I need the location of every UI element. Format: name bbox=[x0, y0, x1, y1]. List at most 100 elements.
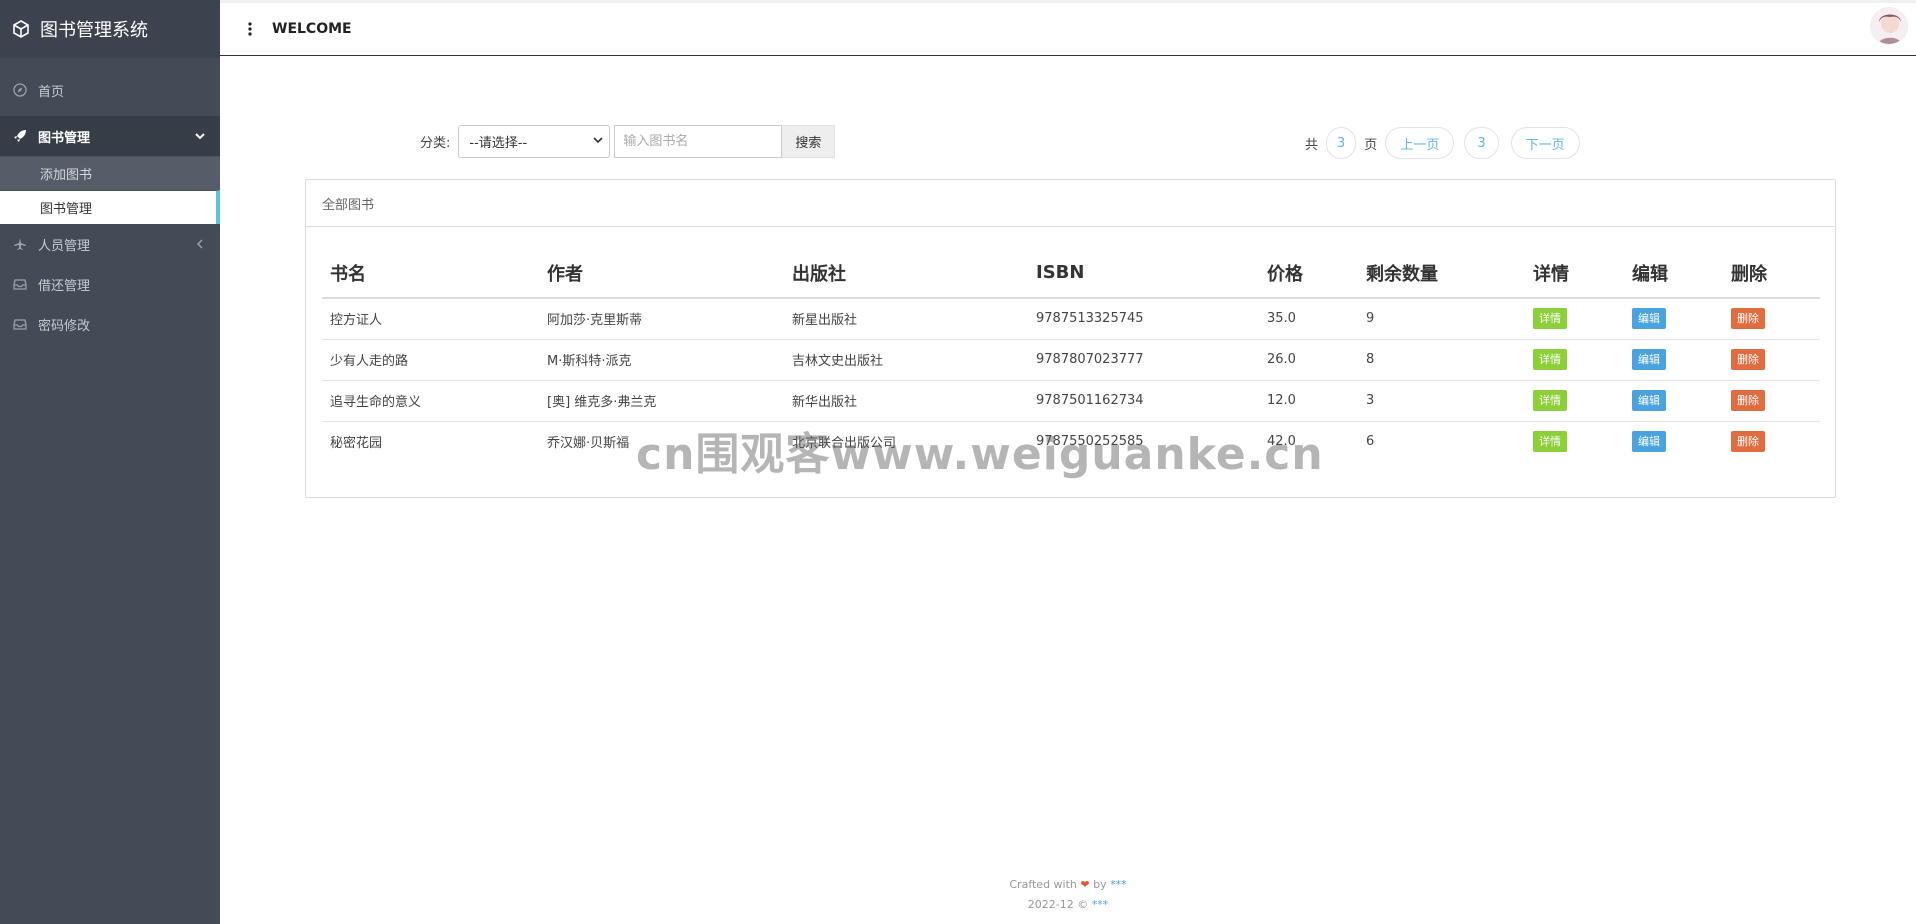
sidebar-item-label: 图书管理 bbox=[38, 130, 91, 146]
cell-detail: 详情 bbox=[1525, 339, 1624, 381]
cell-author: [奥] 维克多·弗兰克 bbox=[539, 380, 784, 422]
inbox-icon bbox=[12, 316, 28, 332]
col-header-delete: 删除 bbox=[1723, 248, 1820, 299]
sidebar-item-borrow[interactable]: 借还管理 bbox=[0, 264, 220, 304]
plane-icon bbox=[12, 236, 28, 252]
cell-stock: 9 bbox=[1358, 298, 1525, 340]
footer-by: by bbox=[1093, 878, 1107, 891]
sidebar-item-label: 人员管理 bbox=[38, 238, 91, 254]
sidebar-item-label: 首页 bbox=[38, 84, 65, 100]
detail-button[interactable]: 详情 bbox=[1533, 308, 1567, 330]
cell-price: 26.0 bbox=[1259, 339, 1358, 381]
chevron-down-icon bbox=[593, 134, 603, 149]
footer-credit: Crafted with ❤ by *** bbox=[220, 875, 1916, 895]
sidebar-item-password[interactable]: 密码修改 bbox=[0, 304, 220, 344]
col-header-title: 书名 bbox=[322, 248, 539, 299]
pagination: 共 3 页 上一页 3 下一页 bbox=[1305, 127, 1580, 159]
col-header-detail: 详情 bbox=[1525, 248, 1624, 299]
app-root: 图书管理系统 首页 图书管理 添加图书 图书管理 人员管理 借还管理 密码修改 … bbox=[0, 0, 1916, 924]
sidebar: 图书管理系统 首页 图书管理 添加图书 图书管理 人员管理 借还管理 密码修改 bbox=[0, 0, 220, 924]
col-header-edit: 编辑 bbox=[1624, 248, 1723, 299]
detail-button[interactable]: 详情 bbox=[1533, 431, 1567, 453]
sidebar-nav: 首页 图书管理 添加图书 图书管理 人员管理 借还管理 密码修改 bbox=[0, 64, 220, 344]
cell-edit: 编辑 bbox=[1624, 421, 1723, 462]
sidebar-subitem-add-book[interactable]: 添加图书 bbox=[0, 156, 220, 190]
col-header-author: 作者 bbox=[539, 248, 784, 299]
cell-edit: 编辑 bbox=[1624, 339, 1723, 381]
cell-detail: 详情 bbox=[1525, 298, 1624, 340]
cell-detail: 详情 bbox=[1525, 380, 1624, 422]
edit-button[interactable]: 编辑 bbox=[1632, 390, 1666, 411]
cell-isbn: 9787807023777 bbox=[1028, 339, 1259, 381]
footer-author-link[interactable]: *** bbox=[1110, 878, 1127, 891]
prev-page-button[interactable]: 上一页 bbox=[1385, 127, 1455, 159]
delete-button[interactable]: 删除 bbox=[1731, 390, 1765, 411]
cell-isbn: 9787501162734 bbox=[1028, 380, 1259, 422]
edit-button[interactable]: 编辑 bbox=[1632, 308, 1666, 330]
category-select[interactable]: --请选择-- bbox=[458, 125, 611, 158]
col-header-isbn: ISBN bbox=[1028, 248, 1259, 299]
sidebar-item-books[interactable]: 图书管理 bbox=[0, 116, 220, 156]
sidebar-item-label: 密码修改 bbox=[38, 318, 91, 334]
col-header-publisher: 出版社 bbox=[784, 248, 1028, 299]
compass-icon bbox=[12, 82, 28, 98]
sidebar-subitem-manage-books[interactable]: 图书管理 bbox=[0, 190, 220, 224]
cell-title: 追寻生命的意义 bbox=[322, 380, 539, 422]
inbox-icon bbox=[12, 276, 28, 292]
heart-icon: ❤ bbox=[1080, 878, 1090, 891]
current-page[interactable]: 3 bbox=[1464, 127, 1499, 159]
welcome-text: WELCOME bbox=[272, 21, 352, 37]
cell-delete: 删除 bbox=[1723, 421, 1820, 462]
chevron-left-icon bbox=[194, 238, 206, 250]
cell-author: M·斯科特·派克 bbox=[539, 339, 784, 381]
cell-isbn: 9787513325745 bbox=[1028, 298, 1259, 340]
top-header: WELCOME bbox=[220, 0, 1916, 56]
sidebar-item-label: 借还管理 bbox=[38, 278, 91, 294]
delete-button[interactable]: 删除 bbox=[1731, 431, 1765, 453]
watermark: cn围观客www.weiguanke.cn bbox=[636, 429, 1324, 480]
cube-icon bbox=[12, 20, 30, 38]
chevron-down-icon bbox=[194, 130, 206, 142]
category-select-value: --请选择-- bbox=[469, 136, 528, 151]
sidebar-item-people[interactable]: 人员管理 bbox=[0, 224, 220, 264]
brand[interactable]: 图书管理系统 bbox=[0, 0, 220, 58]
search-button[interactable]: 搜索 bbox=[782, 125, 836, 158]
table-row: 少有人走的路 M·斯科特·派克 吉林文史出版社 9787807023777 26… bbox=[322, 339, 1820, 381]
cell-detail: 详情 bbox=[1525, 421, 1624, 462]
table-row: 追寻生命的意义 [奥] 维克多·弗兰克 新华出版社 9787501162734 … bbox=[322, 380, 1820, 422]
table-row: 控方证人 阿加莎·克里斯蒂 新星出版社 9787513325745 35.0 9… bbox=[322, 298, 1820, 340]
filter-bar: 分类: --请选择-- 搜索 bbox=[420, 125, 836, 158]
next-page-button[interactable]: 下一页 bbox=[1510, 127, 1580, 159]
cell-author: 阿加莎·克里斯蒂 bbox=[539, 298, 784, 340]
table-header-row: 书名 作者 出版社 ISBN 价格 剩余数量 详情 编辑 删除 bbox=[322, 248, 1820, 299]
cell-price: 35.0 bbox=[1259, 298, 1358, 340]
footer-crafted: Crafted with bbox=[1009, 878, 1077, 891]
col-header-price: 价格 bbox=[1259, 248, 1358, 299]
avatar[interactable] bbox=[1870, 7, 1908, 45]
detail-button[interactable]: 详情 bbox=[1533, 349, 1567, 370]
delete-button[interactable]: 删除 bbox=[1731, 308, 1765, 330]
footer-owner-link[interactable]: *** bbox=[1092, 898, 1109, 911]
app-title: 图书管理系统 bbox=[40, 20, 148, 41]
cell-delete: 删除 bbox=[1723, 298, 1820, 340]
cell-publisher: 新华出版社 bbox=[784, 380, 1028, 422]
cell-title: 控方证人 bbox=[322, 298, 539, 340]
sidebar-item-home[interactable]: 首页 bbox=[0, 64, 220, 117]
cell-delete: 删除 bbox=[1723, 380, 1820, 422]
cell-publisher: 吉林文史出版社 bbox=[784, 339, 1028, 381]
edit-button[interactable]: 编辑 bbox=[1632, 431, 1666, 453]
footer-year: 2022-12 © bbox=[1027, 898, 1089, 911]
col-header-stock: 剩余数量 bbox=[1358, 248, 1525, 299]
category-label: 分类: bbox=[420, 136, 451, 151]
cell-stock: 8 bbox=[1358, 339, 1525, 381]
cell-price: 12.0 bbox=[1259, 380, 1358, 422]
delete-button[interactable]: 删除 bbox=[1731, 349, 1765, 370]
detail-button[interactable]: 详情 bbox=[1533, 390, 1567, 411]
footer: Crafted with ❤ by *** 2022-12 © *** bbox=[220, 875, 1916, 915]
cell-edit: 编辑 bbox=[1624, 298, 1723, 340]
book-name-input[interactable] bbox=[614, 125, 783, 158]
rocket-icon bbox=[12, 128, 28, 144]
cell-edit: 编辑 bbox=[1624, 380, 1723, 422]
kebab-menu-icon[interactable] bbox=[240, 19, 260, 39]
edit-button[interactable]: 编辑 bbox=[1632, 349, 1666, 370]
